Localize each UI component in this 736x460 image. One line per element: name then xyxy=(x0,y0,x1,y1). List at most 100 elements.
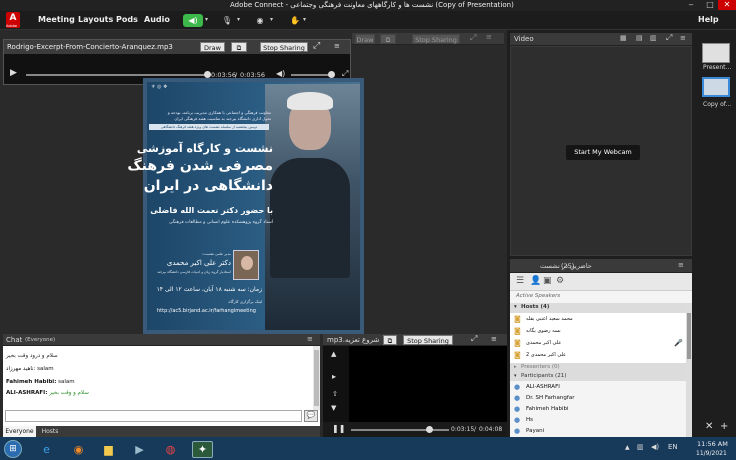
video-pod-header: Video ▦ ▤ ▥ ⤢ ≡ xyxy=(510,33,692,46)
status-icon[interactable]: ▣ xyxy=(543,276,552,286)
chevron-down-icon[interactable]: ▾ xyxy=(270,16,273,23)
stop-sharing-button[interactable]: Stop Sharing xyxy=(260,42,308,52)
pod-menu-icon[interactable]: ≡ xyxy=(307,335,313,343)
list-item[interactable]: ● ALI-ASHRAFI xyxy=(514,383,684,393)
chevron-up-icon[interactable]: ▲ xyxy=(331,350,336,358)
raise-hand-icon[interactable]: ✋ xyxy=(288,14,302,27)
network-icon[interactable]: ▥ xyxy=(637,443,644,451)
mp3-player-header: Rodrigo-Excerpt-From-Concierto-Aranquez.… xyxy=(4,40,350,54)
menu-layouts[interactable]: Layouts xyxy=(78,15,113,24)
adobe-connect-taskbar-icon[interactable]: ✦ xyxy=(192,441,213,458)
fullscreen-icon[interactable]: ⤢ xyxy=(313,41,320,51)
pod-menu-icon[interactable]: ≡ xyxy=(678,261,684,269)
pod-menu-icon[interactable]: ≡ xyxy=(491,335,497,343)
list-view-icon[interactable]: ☰ xyxy=(516,276,524,286)
draw-button-inactive[interactable]: Draw xyxy=(355,34,375,44)
list-item[interactable]: ● Payani xyxy=(514,427,684,437)
host-icon: ◙ xyxy=(514,351,521,359)
chevron-down-icon[interactable]: ▾ xyxy=(303,16,306,23)
firefox-icon[interactable]: ◉ xyxy=(68,441,89,458)
volume-icon[interactable]: ◀) xyxy=(651,443,659,451)
hosts-section[interactable]: ▾ Hosts (4) xyxy=(510,303,686,313)
host-icon: ◙ xyxy=(514,315,521,323)
settings-icon[interactable]: ⚙ xyxy=(556,276,564,286)
tab-hosts[interactable]: Hosts xyxy=(36,426,64,437)
media-player-icon[interactable]: ▶ xyxy=(129,441,150,458)
video-area: Start My Webcam xyxy=(510,46,692,256)
mp3-file-name-2: شروع تعزیه.mp3 xyxy=(327,336,380,344)
presenters-section[interactable]: ▸ Presenters (0) xyxy=(510,363,686,372)
user-icon: ● xyxy=(514,394,521,402)
layout-thumbnail-presentation[interactable] xyxy=(702,43,730,63)
sync-icon[interactable]: ⧉ xyxy=(231,42,247,52)
volume-track[interactable] xyxy=(291,74,331,76)
user-icon: ● xyxy=(514,416,521,424)
play-icon[interactable]: ▶ xyxy=(10,68,17,78)
progress-handle[interactable] xyxy=(426,426,433,433)
filmstrip-icon[interactable]: ▤ xyxy=(636,34,643,42)
chevron-down-icon[interactable]: ▼ xyxy=(331,404,336,412)
pod-menu-icon[interactable]: ≡ xyxy=(486,33,492,41)
list-item[interactable]: ◙ بسه رضوی یگانه xyxy=(514,327,684,337)
chrome-icon[interactable]: ◍ xyxy=(160,441,181,458)
tray-up-icon[interactable]: ▲ xyxy=(625,444,630,451)
minimize-button[interactable]: ‒ xyxy=(682,0,700,10)
progress-track[interactable] xyxy=(351,429,449,431)
tab-everyone[interactable]: Everyone xyxy=(3,426,36,437)
list-item[interactable]: ◙ علی اکبر محمدی 🎤 xyxy=(514,339,684,349)
progress-handle[interactable] xyxy=(204,71,211,78)
draw-button[interactable]: Draw xyxy=(200,42,225,52)
chat-pod-header: Chat (Everyone) ≡ xyxy=(3,334,320,346)
pause-icon[interactable]: ❚❚ xyxy=(332,424,345,433)
participants-section[interactable]: ▾ Participants (21) xyxy=(510,372,686,381)
pod-menu-icon[interactable]: ≡ xyxy=(334,42,340,50)
fullscreen-icon[interactable]: ⤢ xyxy=(666,33,672,43)
fullscreen-icon[interactable]: ⤢ xyxy=(470,33,476,43)
menu-audio[interactable]: Audio xyxy=(144,15,170,24)
user-icon: ● xyxy=(514,383,521,391)
send-message-button[interactable]: 💬 xyxy=(304,410,318,422)
layout-icon[interactable]: ▥ xyxy=(650,34,657,42)
pod-menu-icon[interactable]: ≡ xyxy=(680,34,686,42)
menu-meeting[interactable]: Meeting xyxy=(38,15,75,24)
menu-help[interactable]: Help xyxy=(698,15,719,24)
sync-icon[interactable]: ⧉ xyxy=(383,335,397,345)
fullscreen-icon[interactable]: ⤢ xyxy=(471,334,477,344)
maximize-button[interactable]: □ xyxy=(701,0,719,10)
list-item[interactable]: ● Hs xyxy=(514,416,684,426)
grid-view-icon[interactable]: ▦ xyxy=(620,34,627,42)
internet-explorer-icon[interactable]: e xyxy=(36,441,57,458)
chat-input[interactable] xyxy=(5,410,302,422)
microphone-icon[interactable]: 🎙 xyxy=(221,14,233,27)
language-indicator[interactable]: EN xyxy=(668,443,678,451)
start-webcam-button[interactable]: Start My Webcam xyxy=(566,145,640,160)
speaker-icon[interactable]: ◀) xyxy=(183,14,203,27)
list-item[interactable]: ● Dr. SH Farhangfar xyxy=(514,394,684,404)
volume-icon[interactable]: ◀) xyxy=(276,69,285,78)
chevron-down-icon[interactable]: ▾ xyxy=(237,16,240,23)
user-icon: ● xyxy=(514,405,521,413)
close-icon[interactable]: ✕ xyxy=(705,421,713,432)
stop-sharing-button-2[interactable]: Stop Sharing xyxy=(403,335,453,345)
list-item[interactable]: ◙ علی اکبر محمدی 2 xyxy=(514,351,684,361)
close-button[interactable]: ✕ xyxy=(718,0,736,10)
chevron-down-icon[interactable]: ▾ xyxy=(205,16,208,23)
progress-track[interactable] xyxy=(26,74,208,76)
pointer-icon[interactable]: ▸ xyxy=(332,372,336,381)
webcam-icon[interactable]: ◉ xyxy=(254,14,266,27)
layout-thumbnail-copy[interactable] xyxy=(702,77,730,97)
user-icon[interactable]: 👤 xyxy=(530,276,541,286)
sync-icon[interactable]: ⧉ xyxy=(380,34,396,44)
menu-pods[interactable]: Pods xyxy=(116,15,138,24)
file-explorer-icon[interactable]: ▆ xyxy=(98,441,119,458)
upload-icon[interactable]: ⇧ xyxy=(332,390,338,398)
scrollbar[interactable] xyxy=(313,346,320,410)
chat-message: ALI-ASHRAFI: سلام و وقت بخیر xyxy=(6,390,89,396)
scrollbar[interactable] xyxy=(686,303,692,437)
list-item[interactable]: ● Fahimeh Habibi xyxy=(514,405,684,415)
stop-sharing-button-inactive[interactable]: Stop Sharing xyxy=(412,34,460,44)
list-item[interactable]: ◙ محمد سعید اعتبی بقله xyxy=(514,315,684,325)
start-button-icon[interactable]: ⊞ xyxy=(4,440,22,458)
volume-handle[interactable] xyxy=(328,71,335,78)
add-icon[interactable]: + xyxy=(720,421,728,432)
